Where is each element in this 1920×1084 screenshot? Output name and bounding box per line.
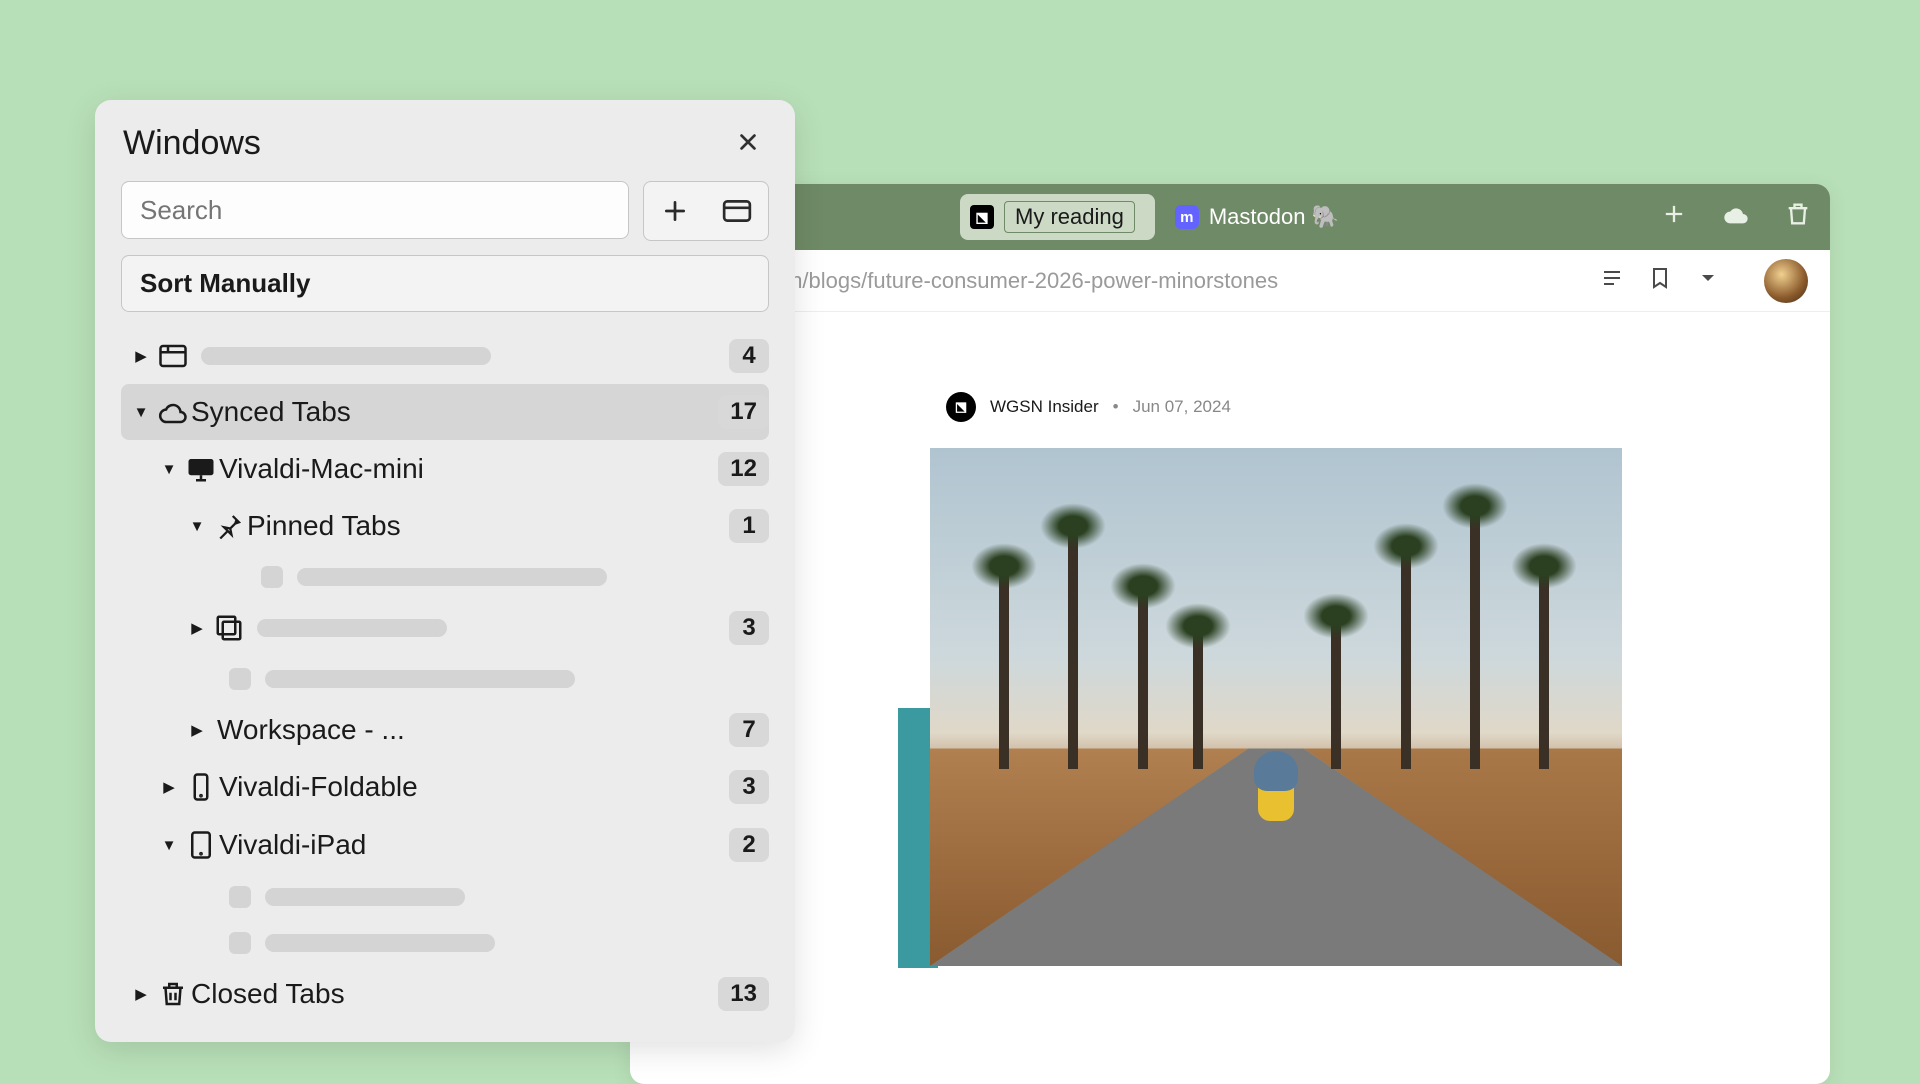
- expand-icon[interactable]: ▶: [183, 721, 211, 739]
- page-content: ⬔ WGSN Insider • Jun 07, 2024: [630, 312, 1830, 1084]
- count-badge: 1: [729, 509, 769, 543]
- tab-title: My reading: [1004, 201, 1135, 233]
- article-date: Jun 07, 2024: [1133, 397, 1231, 417]
- list-item[interactable]: [121, 554, 769, 600]
- wgsn-favicon: ⬔: [970, 205, 994, 229]
- count-badge: 13: [718, 977, 769, 1011]
- cloud-icon: [155, 397, 191, 427]
- windows-panel: Windows Sort Manually ▶ 4 ▼ Synced T: [95, 100, 795, 1042]
- browser-window: ⬔ My reading m Mastodon 🐘 w.wgsn.com/en/…: [630, 184, 1830, 1084]
- tree: ▶ 4 ▼ Synced Tabs 17 ▼ Vivaldi-Mac-mini …: [95, 328, 795, 1042]
- hero-image: [930, 448, 1622, 966]
- count-badge: 3: [729, 770, 769, 804]
- window-icon: [722, 198, 752, 224]
- workspace-row[interactable]: ▶ Workspace - ... 7: [121, 702, 769, 758]
- collapse-icon[interactable]: ▼: [155, 461, 183, 478]
- close-button[interactable]: [729, 125, 767, 163]
- window-mode-button[interactable]: [706, 182, 768, 240]
- sort-selector[interactable]: Sort Manually: [121, 255, 769, 312]
- tab-stack-row[interactable]: ▶ 3: [121, 600, 769, 656]
- expand-icon[interactable]: ▶: [127, 985, 155, 1003]
- count-badge: 2: [729, 828, 769, 862]
- pinned-tabs-row[interactable]: ▼ Pinned Tabs 1: [121, 498, 769, 554]
- expand-icon[interactable]: ▶: [127, 347, 155, 365]
- count-badge: 12: [718, 452, 769, 486]
- window-icon: [155, 341, 191, 371]
- mastodon-favicon: m: [1175, 205, 1199, 229]
- collapse-icon[interactable]: ▼: [155, 837, 183, 854]
- synced-tabs-row[interactable]: ▼ Synced Tabs 17: [121, 384, 769, 440]
- panel-title: Windows: [123, 124, 261, 163]
- tab-strip: ⬔ My reading m Mastodon 🐘: [630, 184, 1830, 250]
- tablet-icon: [183, 830, 219, 860]
- new-tab-button[interactable]: [1660, 200, 1688, 235]
- chevron-down-icon[interactable]: [1696, 266, 1720, 295]
- add-window-button[interactable]: [644, 182, 706, 240]
- device-ipad-row[interactable]: ▼ Vivaldi-iPad 2: [121, 816, 769, 874]
- count-badge: 4: [729, 339, 769, 373]
- list-item[interactable]: [121, 920, 769, 966]
- trash-icon: [155, 979, 191, 1009]
- expand-icon[interactable]: ▶: [155, 778, 183, 796]
- device-mac-mini-row[interactable]: ▼ Vivaldi-Mac-mini 12: [121, 440, 769, 498]
- tab-mastodon[interactable]: m Mastodon 🐘: [1165, 194, 1359, 240]
- count-badge: 17: [718, 395, 769, 429]
- collapse-icon[interactable]: ▼: [183, 518, 211, 535]
- collapse-icon[interactable]: ▼: [127, 404, 155, 421]
- phone-icon: [183, 772, 219, 802]
- address-bar: w.wgsn.com/en/blogs/future-consumer-2026…: [630, 250, 1830, 312]
- pin-icon: [211, 511, 247, 541]
- article-byline: ⬔ WGSN Insider • Jun 07, 2024: [946, 392, 1830, 422]
- device-foldable-row[interactable]: ▶ Vivaldi-Foldable 3: [121, 758, 769, 816]
- count-badge: 3: [729, 611, 769, 645]
- article-source: WGSN Insider: [990, 397, 1099, 417]
- closed-tabs-row[interactable]: ▶ Closed Tabs 13: [121, 966, 769, 1022]
- sync-cloud-icon[interactable]: [1722, 200, 1750, 235]
- expand-icon[interactable]: ▶: [183, 619, 211, 637]
- current-window-row[interactable]: ▶ 4: [121, 328, 769, 384]
- reader-mode-icon[interactable]: [1600, 266, 1624, 295]
- count-badge: 7: [729, 713, 769, 747]
- list-item[interactable]: [121, 874, 769, 920]
- trash-icon[interactable]: [1784, 200, 1812, 235]
- desktop-icon: [183, 454, 219, 484]
- stack-icon: [211, 613, 247, 643]
- tab-title: Mastodon 🐘: [1209, 204, 1339, 230]
- profile-avatar[interactable]: [1764, 259, 1808, 303]
- bookmark-icon[interactable]: [1648, 266, 1672, 295]
- list-item[interactable]: [121, 656, 769, 702]
- plus-icon: [662, 198, 688, 224]
- close-icon: [737, 131, 759, 153]
- search-input[interactable]: [121, 181, 629, 239]
- tab-my-reading[interactable]: ⬔ My reading: [960, 194, 1155, 240]
- source-badge-icon: ⬔: [946, 392, 976, 422]
